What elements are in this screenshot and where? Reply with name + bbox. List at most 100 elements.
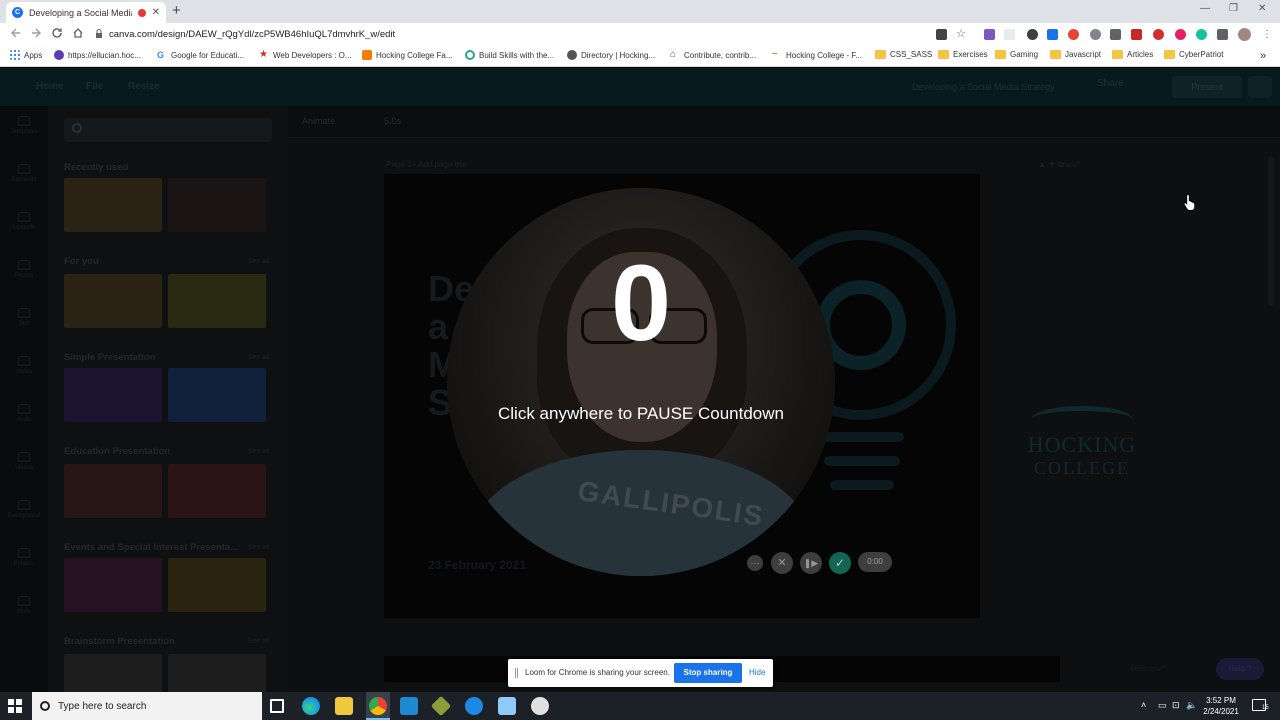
bookmark-web-developers[interactable]: ★ Web Developers : O... (259, 50, 352, 60)
restore-button[interactable]: ❐ (1229, 3, 1238, 14)
template-thumbnail[interactable] (64, 464, 162, 518)
extension-loom-icon[interactable] (1175, 29, 1186, 40)
app-icon[interactable] (531, 697, 549, 715)
chrome-taskbar-icon[interactable] (369, 697, 387, 715)
tray-app-icon[interactable]: ▭ (1158, 700, 1167, 711)
new-tab-button[interactable]: + (172, 3, 181, 19)
window-close-button[interactable]: ✕ (1258, 3, 1266, 14)
template-thumbnail[interactable] (168, 274, 266, 328)
template-search-input[interactable] (64, 118, 272, 142)
extensions-puzzle-icon[interactable] (1217, 29, 1228, 40)
windows-start-icon[interactable] (8, 699, 22, 713)
template-thumbnail[interactable] (168, 558, 266, 612)
browser-tab-canva[interactable]: C Developing a Social Media S ✕ (6, 2, 166, 23)
hocking-college-logo[interactable]: HOCKING COLLEGE (1012, 406, 1152, 479)
edge-browser-icon[interactable] (302, 697, 320, 715)
template-thumbnail[interactable] (64, 558, 162, 612)
page-title-label[interactable]: Page 1 - Add page title (386, 160, 467, 169)
profile-avatar[interactable] (1238, 28, 1251, 41)
extension-grammarly-icon[interactable] (1196, 29, 1207, 40)
bookmark-folder-cyberpatriot[interactable]: CyberPatriot (1164, 50, 1223, 59)
template-thumbnail[interactable] (168, 654, 266, 692)
canvas-scrollbar[interactable] (1268, 156, 1274, 306)
bookmark-folder-css-sass[interactable]: CSS_SASS (875, 50, 932, 59)
bookmark-google-education[interactable]: G Google for Educati... (157, 50, 244, 60)
tab-close-icon[interactable]: ✕ (152, 7, 160, 18)
bookmark-hocking-fa[interactable]: Hocking College Fa... (362, 50, 452, 60)
forward-arrow-icon[interactable] (30, 27, 42, 42)
loom-cancel-button[interactable]: ✕ (771, 552, 793, 574)
extension-word-icon[interactable] (1047, 29, 1058, 40)
git-kraken-icon[interactable] (430, 695, 452, 717)
menu-file[interactable]: File (86, 81, 103, 92)
hide-notification-button[interactable]: Hide (749, 668, 765, 677)
extension-dark-icon[interactable] (1027, 29, 1038, 40)
template-thumbnail[interactable] (168, 464, 266, 518)
bookmark-contribute[interactable]: ⌂ Contribute, contrib... (670, 50, 756, 60)
bookmark-build-skills[interactable]: Build Skills with the... (465, 50, 554, 60)
rail-audio[interactable]: Audio (8, 404, 40, 430)
rail-styles[interactable]: Styles (8, 356, 40, 382)
bookmark-folder-gaming[interactable]: Gaming (995, 50, 1038, 59)
menu-resize[interactable]: Resize (128, 81, 160, 92)
document-title[interactable]: Developing a Social Media Strategy (912, 82, 1055, 92)
template-thumbnail[interactable] (64, 368, 162, 422)
extension-grammar-icon[interactable] (1004, 29, 1015, 40)
page-actions[interactable]: ▲ ▼ ⧉ ⊞ ⤢ (1038, 160, 1080, 170)
template-thumbnail[interactable] (64, 654, 162, 692)
address-bar[interactable]: canva.com/design/DAEW_rQgYdl/zcP5WB46hIu… (95, 26, 925, 43)
present-button[interactable]: Present (1172, 76, 1242, 98)
rail-videos[interactable]: Videos (8, 452, 40, 478)
rail-photos[interactable]: Photos (8, 260, 40, 286)
bookmark-hocking-f[interactable]: ~ Hocking College - F... (772, 50, 862, 60)
chrome-menu-icon[interactable]: ⋮ (1262, 29, 1273, 40)
bookmark-folder-exercises[interactable]: Exercises (938, 50, 988, 59)
home-icon[interactable] (72, 27, 84, 42)
duration-button[interactable]: 5.0s (384, 116, 401, 126)
see-all-link[interactable]: See all (248, 354, 269, 361)
drag-handle-icon[interactable] (515, 668, 518, 678)
see-all-link[interactable]: See all (248, 258, 269, 265)
help-button[interactable]: Help ? (1216, 658, 1264, 680)
animate-button[interactable]: Animate (302, 116, 335, 126)
extension-block-icon[interactable] (1153, 29, 1164, 40)
rail-background[interactable]: Background (8, 500, 40, 526)
rail-more[interactable]: More (8, 596, 40, 622)
camera-extension-icon[interactable] (936, 29, 947, 40)
template-thumbnail[interactable] (168, 368, 266, 422)
volume-icon[interactable]: 🔈 (1186, 700, 1197, 711)
extension-puzzle-purple-icon[interactable] (984, 29, 995, 40)
extension-colorzilla-icon[interactable] (1068, 29, 1079, 40)
thunderbird-icon[interactable] (465, 697, 483, 715)
menu-home[interactable]: Home (36, 81, 64, 92)
minimize-button[interactable]: — (1200, 3, 1210, 14)
template-thumbnail[interactable] (64, 274, 162, 328)
bookmark-folder-articles[interactable]: Articles (1112, 50, 1153, 59)
file-explorer-icon[interactable] (335, 697, 353, 715)
taskbar-clock[interactable]: 3:52 PM 2/24/2021 (1198, 695, 1244, 717)
reload-icon[interactable] (51, 27, 63, 42)
share-button[interactable]: Share (1097, 78, 1124, 89)
back-arrow-icon[interactable] (10, 27, 22, 42)
loom-more-options-button[interactable]: ⋯ (747, 555, 763, 571)
show-hidden-icons[interactable]: ˄ (1141, 700, 1146, 710)
bookmark-ellucian[interactable]: https://ellucian.hoc... (54, 50, 141, 60)
extension-gray-icon[interactable] (1090, 29, 1101, 40)
template-thumbnail[interactable] (64, 178, 162, 232)
notepad-icon[interactable] (498, 697, 516, 715)
rail-uploads[interactable]: Uploads (8, 212, 40, 238)
see-all-link[interactable]: See all (248, 448, 269, 455)
loom-pause-button[interactable]: ❚▶ (800, 552, 822, 574)
bookmark-star-icon[interactable]: ☆ (956, 29, 967, 40)
bookmark-apps[interactable]: Apps (10, 50, 42, 60)
rail-elements[interactable]: Elements (8, 164, 40, 190)
taskbar-search-input[interactable]: Type here to search (32, 692, 262, 720)
loom-complete-check-icon[interactable]: ✓ (829, 552, 851, 574)
task-view-icon[interactable] (270, 699, 284, 713)
more-bookmarks-icon[interactable]: » (1260, 50, 1266, 62)
more-menu-button[interactable] (1248, 76, 1272, 98)
stop-sharing-button[interactable]: Stop sharing (674, 663, 742, 683)
extension-red-icon[interactable] (1131, 29, 1142, 40)
rail-text[interactable]: Text (8, 308, 40, 334)
see-all-link[interactable]: See all (248, 544, 269, 551)
